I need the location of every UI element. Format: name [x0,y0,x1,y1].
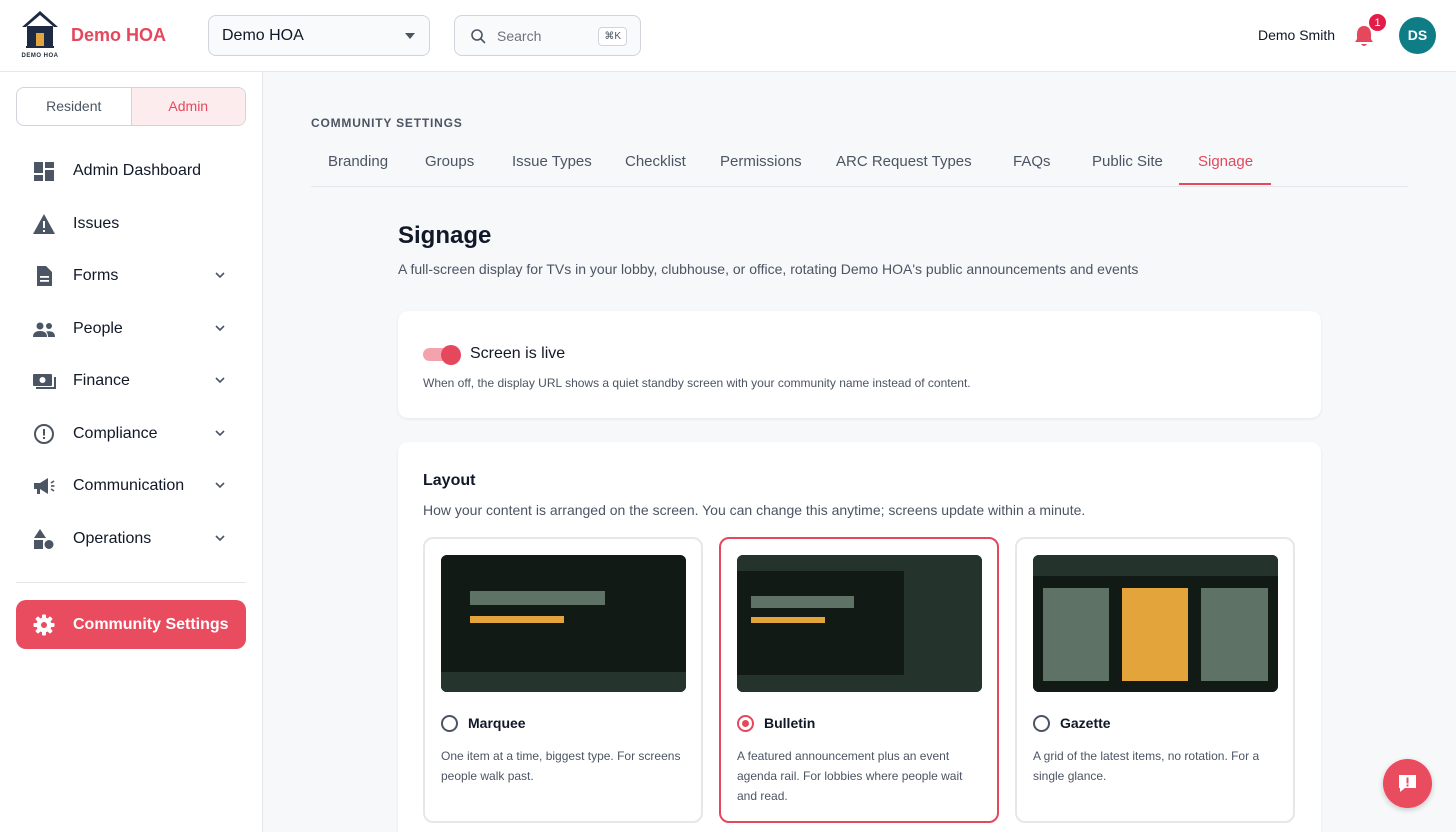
avatar[interactable]: DS [1399,17,1436,54]
sidebar-item-label: Operations [73,530,152,547]
chevron-down-icon [215,325,225,332]
layout-option-description: A grid of the latest items, no rotation.… [1033,749,1260,783]
bulletin-preview-graphic [737,555,982,692]
megaphone-icon [34,478,55,494]
layout-radio-marquee[interactable] [441,715,458,732]
marquee-preview [441,555,686,692]
layout-title: Layout [423,472,476,489]
layout-option-gazette[interactable]: Gazette A grid of the latest items, no r… [1015,537,1295,823]
role-switch: Resident Admin [16,87,246,126]
active-tab-indicator [1179,183,1271,185]
search-placeholder: Search [497,28,542,44]
layout-radio-gazette[interactable] [1033,715,1050,732]
section-label: COMMUNITY SETTINGS [311,116,463,130]
screen-live-label: Screen is live [470,345,566,362]
tab-public-site[interactable]: Public Site [1092,153,1163,170]
gazette-preview-graphic [1033,555,1278,692]
tab-groups[interactable]: Groups [425,153,474,170]
sidebar-item-label: Issues [73,215,120,232]
brand-name[interactable]: Demo HOA [71,25,166,46]
tab-permissions[interactable]: Permissions [720,153,802,170]
sidebar-item-forms[interactable]: Forms [16,254,246,298]
layout-card: Layout How your content is arranged on t… [398,442,1321,832]
tab-faqs[interactable]: FAQs [1013,153,1051,170]
layout-radio-bulletin[interactable] [737,715,754,732]
sidebar-item-people[interactable]: People [16,307,246,351]
tab-signage[interactable]: Signage [1198,153,1253,170]
layout-option-marquee[interactable]: Marquee One item at a time, biggest type… [423,537,703,823]
sidebar-item-label: Compliance [73,425,158,442]
sidebar-divider [16,582,246,583]
layout-option-name: Bulletin [764,715,816,731]
caret-down-icon [405,33,415,39]
sidebar-item-admin-dashboard[interactable]: Admin Dashboard [16,149,246,193]
chat-alert-icon [1399,775,1416,792]
screen-live-card: Screen is live When off, the display URL… [398,311,1321,418]
community-selector[interactable]: Demo HOA [208,15,430,56]
layout-option-bulletin[interactable]: Bulletin A featured announcement plus an… [719,537,999,823]
dashboard-icon [34,162,54,181]
sidebar-item-label: Communication [73,477,185,494]
hoa-logo[interactable]: DEMO HOA [18,8,62,62]
tab-arc-request-types[interactable]: ARC Request Types [836,153,972,170]
sidebar-item-issues[interactable]: Issues [16,202,246,246]
page-title: Signage [398,222,492,249]
layout-option-name: Gazette [1060,715,1111,731]
shapes-icon [34,529,54,549]
search-icon [471,29,486,44]
layout-option-description: A featured announcement plus an event ag… [737,749,963,803]
money-icon [33,374,56,389]
layout-description: How your content is arranged on the scre… [423,502,1086,518]
notification-badge: 1 [1368,13,1387,32]
bulletin-preview [737,555,982,692]
people-icon [33,322,55,337]
page-subtitle: A full-screen display for TVs in your lo… [398,261,1139,277]
sidebar-item-label: People [73,320,123,337]
tab-checklist[interactable]: Checklist [625,153,686,170]
sidebar: Resident Admin Admin Dashboard Issues Fo… [0,72,263,832]
sidebar-item-communication[interactable]: Communication [16,464,246,508]
sidebar-item-finance[interactable]: Finance [16,359,246,403]
layout-option-name: Marquee [468,715,526,731]
sidebar-item-compliance[interactable]: Compliance [16,412,246,456]
tab-issue-types[interactable]: Issue Types [512,153,592,170]
house-icon [22,11,58,48]
settings-tabs: Branding Groups Issue Types Checklist Pe… [311,145,1408,187]
screen-live-description: When off, the display URL shows a quiet … [423,376,971,390]
logo-caption: DEMO HOA [21,53,59,59]
layout-option-description: One item at a time, biggest type. For sc… [441,749,681,783]
document-icon [37,266,52,286]
alert-circle-icon [34,424,54,444]
gear-icon [33,614,55,636]
chevron-down-icon [215,482,225,489]
search-shortcut: ⌘K [598,27,627,46]
chevron-down-icon [215,272,225,279]
tab-branding[interactable]: Branding [328,153,388,170]
chevron-down-icon [215,535,225,542]
chevron-down-icon [215,377,225,384]
sidebar-item-label: Admin Dashboard [73,162,202,179]
sidebar-item-operations[interactable]: Operations [16,517,246,561]
warning-icon [33,214,55,234]
top-bar: DEMO HOA Demo HOA Demo HOA Search ⌘K Dem… [0,0,1456,72]
search-input[interactable]: Search ⌘K [454,15,641,56]
chevron-down-icon [215,430,225,437]
sidebar-item-community-settings[interactable]: Community Settings [16,600,246,649]
role-resident-button[interactable]: Resident [17,88,131,125]
user-name[interactable]: Demo Smith [1258,27,1335,43]
sidebar-item-label: Community Settings [73,616,229,633]
feedback-chat-button[interactable] [1383,759,1432,808]
screen-live-toggle[interactable] [423,345,461,365]
sidebar-item-label: Finance [73,372,130,389]
community-selector-value: Demo HOA [222,26,304,44]
sidebar-item-label: Forms [73,267,119,284]
role-admin-button[interactable]: Admin [130,88,245,125]
toggle-knob [441,345,461,365]
gazette-preview [1033,555,1278,692]
marquee-preview-graphic [441,555,686,692]
